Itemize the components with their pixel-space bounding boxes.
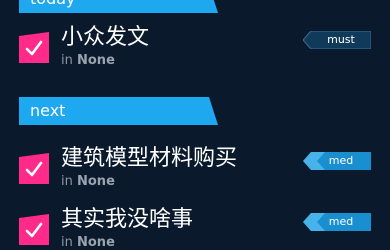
task-row[interactable]: 小众发文 in None must [19, 23, 371, 77]
priority-tag[interactable]: med [303, 152, 371, 170]
task-project-line: in None [61, 53, 115, 69]
priority-label: must [327, 33, 355, 46]
task-row[interactable]: 其实我没啥事 in None med [19, 205, 371, 250]
task-checkbox[interactable] [19, 214, 49, 245]
priority-label: med [328, 154, 354, 167]
priority-tag[interactable]: med [303, 213, 371, 231]
checkmark-icon [19, 32, 49, 63]
task-project-line: in None [61, 174, 115, 190]
project-name: None [77, 235, 115, 250]
checkmark-icon [19, 153, 49, 184]
priority-label: med [328, 215, 354, 228]
task-project-line: in None [61, 235, 115, 250]
task-row[interactable]: 建筑模型材料购买 in None med [19, 144, 371, 198]
task-list-screen: today 小众发文 in None must next [0, 0, 390, 250]
task-checkbox[interactable] [19, 32, 49, 63]
section-header-today[interactable]: today [19, 0, 218, 13]
section-title: next [30, 101, 66, 120]
checkmark-icon [19, 214, 49, 245]
in-label: in [61, 53, 73, 68]
section-header-next[interactable]: next [19, 97, 218, 125]
section-title: today [30, 0, 76, 10]
task-title: 其实我没啥事 [61, 207, 194, 232]
in-label: in [61, 235, 73, 250]
task-title: 建筑模型材料购买 [61, 146, 238, 171]
project-name: None [77, 53, 115, 68]
project-name: None [77, 174, 115, 189]
task-title: 小众发文 [61, 25, 150, 50]
priority-tag[interactable]: must [303, 31, 371, 49]
task-checkbox[interactable] [19, 153, 49, 184]
in-label: in [61, 174, 73, 189]
